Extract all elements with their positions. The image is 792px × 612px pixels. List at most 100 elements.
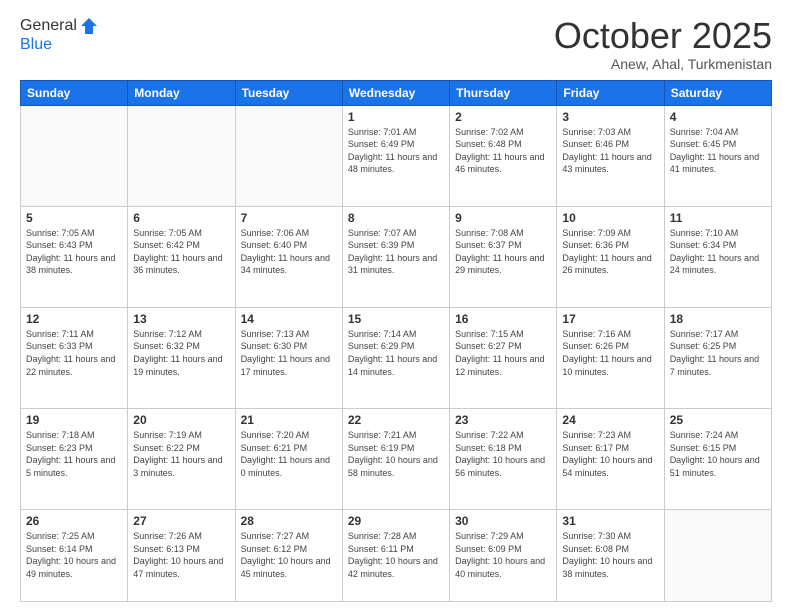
month-title: October 2025 bbox=[554, 16, 772, 56]
cell-w3-d1: 20 Sunrise: 7:19 AM Sunset: 6:22 PM Dayli… bbox=[128, 408, 235, 509]
cell-w3-d2: 21Sunrise: 7:20 AM Sunset: 6:21 PM Dayli… bbox=[235, 408, 342, 509]
day-number: 11 bbox=[670, 211, 766, 225]
cell-w0-d4: 2Sunrise: 7:02 AM Sunset: 6:48 PM Daylig… bbox=[450, 105, 557, 206]
cell-w4-d4: 30Sunrise: 7:29 AM Sunset: 6:09 PM Dayli… bbox=[450, 510, 557, 602]
day-number: 12 bbox=[26, 312, 122, 326]
day-number: 6 bbox=[133, 211, 229, 225]
cell-w1-d1: 6 Sunrise: 7:05 AM Sunset: 6:42 PM Daylig… bbox=[128, 206, 235, 307]
day-info: Sunrise: 7:05 AM Sunset: 6:42 PM Dayligh… bbox=[133, 227, 229, 277]
day-number: 15 bbox=[348, 312, 444, 326]
day-number: 20 bbox=[133, 413, 229, 427]
day-number: 19 bbox=[26, 413, 122, 427]
day-info: Sunrise: 7:19 AM Sunset: 6:22 PM Dayligh… bbox=[133, 429, 229, 479]
cell-w2-d0: 12 Sunrise: 7:11 AM Sunset: 6:33 PM Dayli… bbox=[21, 307, 128, 408]
cell-w0-d0 bbox=[21, 105, 128, 206]
day-info: Sunrise: 7:16 AM Sunset: 6:26 PM Dayligh… bbox=[562, 328, 658, 378]
day-info: Sunrise: 7:30 AM Sunset: 6:08 PM Dayligh… bbox=[562, 530, 658, 580]
day-info: Sunrise: 7:17 AM Sunset: 6:25 PM Dayligh… bbox=[670, 328, 766, 378]
location: Anew, Ahal, Turkmenistan bbox=[554, 56, 772, 72]
title-area: October 2025 Anew, Ahal, Turkmenistan bbox=[554, 16, 772, 72]
logo-blue-text: Blue bbox=[20, 36, 99, 54]
day-number: 1 bbox=[348, 110, 444, 124]
weekday-header-row: Sunday Monday Tuesday Wednesday Thursday… bbox=[21, 80, 772, 105]
day-number: 31 bbox=[562, 514, 658, 528]
cell-w3-d6: 25Sunrise: 7:24 AM Sunset: 6:15 PM Dayli… bbox=[664, 408, 771, 509]
day-number: 21 bbox=[241, 413, 337, 427]
cell-w0-d3: 1 Sunrise: 7:01 AM Sunset: 6:49 PM Daylig… bbox=[342, 105, 449, 206]
week-row-1: 5 Sunrise: 7:05 AM Sunset: 6:43 PM Daylig… bbox=[21, 206, 772, 307]
day-number: 2 bbox=[455, 110, 551, 124]
day-number: 7 bbox=[241, 211, 337, 225]
day-number: 28 bbox=[241, 514, 337, 528]
day-info: Sunrise: 7:13 AM Sunset: 6:30 PM Dayligh… bbox=[241, 328, 337, 378]
cell-w4-d6 bbox=[664, 510, 771, 602]
cell-w0-d2 bbox=[235, 105, 342, 206]
cell-w4-d1: 27 Sunrise: 7:26 AM Sunset: 6:13 PM Dayli… bbox=[128, 510, 235, 602]
cell-w0-d1 bbox=[128, 105, 235, 206]
day-number: 25 bbox=[670, 413, 766, 427]
day-info: Sunrise: 7:14 AM Sunset: 6:29 PM Dayligh… bbox=[348, 328, 444, 378]
day-number: 13 bbox=[133, 312, 229, 326]
cell-w0-d6: 4Sunrise: 7:04 AM Sunset: 6:45 PM Daylig… bbox=[664, 105, 771, 206]
cell-w1-d4: 9Sunrise: 7:08 AM Sunset: 6:37 PM Daylig… bbox=[450, 206, 557, 307]
header-monday: Monday bbox=[128, 80, 235, 105]
day-number: 14 bbox=[241, 312, 337, 326]
day-info: Sunrise: 7:09 AM Sunset: 6:36 PM Dayligh… bbox=[562, 227, 658, 277]
day-info: Sunrise: 7:01 AM Sunset: 6:49 PM Dayligh… bbox=[348, 126, 444, 176]
week-row-4: 26Sunrise: 7:25 AM Sunset: 6:14 PM Dayli… bbox=[21, 510, 772, 602]
day-number: 8 bbox=[348, 211, 444, 225]
day-info: Sunrise: 7:06 AM Sunset: 6:40 PM Dayligh… bbox=[241, 227, 337, 277]
page: General Blue October 2025 Anew, Ahal, Tu… bbox=[0, 0, 792, 612]
cell-w3-d3: 22 Sunrise: 7:21 AM Sunset: 6:19 PM Dayli… bbox=[342, 408, 449, 509]
week-row-3: 19 Sunrise: 7:18 AM Sunset: 6:23 PM Dayli… bbox=[21, 408, 772, 509]
day-number: 3 bbox=[562, 110, 658, 124]
day-info: Sunrise: 7:04 AM Sunset: 6:45 PM Dayligh… bbox=[670, 126, 766, 176]
calendar-table: Sunday Monday Tuesday Wednesday Thursday… bbox=[20, 80, 772, 602]
header-saturday: Saturday bbox=[664, 80, 771, 105]
header-tuesday: Tuesday bbox=[235, 80, 342, 105]
day-info: Sunrise: 7:07 AM Sunset: 6:39 PM Dayligh… bbox=[348, 227, 444, 277]
header-friday: Friday bbox=[557, 80, 664, 105]
cell-w3-d5: 24 Sunrise: 7:23 AM Sunset: 6:17 PM Dayli… bbox=[557, 408, 664, 509]
day-info: Sunrise: 7:10 AM Sunset: 6:34 PM Dayligh… bbox=[670, 227, 766, 277]
header-sunday: Sunday bbox=[21, 80, 128, 105]
cell-w2-d2: 14 Sunrise: 7:13 AM Sunset: 6:30 PM Dayli… bbox=[235, 307, 342, 408]
cell-w2-d6: 18 Sunrise: 7:17 AM Sunset: 6:25 PM Dayli… bbox=[664, 307, 771, 408]
day-number: 30 bbox=[455, 514, 551, 528]
cell-w1-d3: 8 Sunrise: 7:07 AM Sunset: 6:39 PM Daylig… bbox=[342, 206, 449, 307]
header-thursday: Thursday bbox=[450, 80, 557, 105]
header-wednesday: Wednesday bbox=[342, 80, 449, 105]
day-number: 23 bbox=[455, 413, 551, 427]
day-number: 18 bbox=[670, 312, 766, 326]
cell-w4-d3: 29Sunrise: 7:28 AM Sunset: 6:11 PM Dayli… bbox=[342, 510, 449, 602]
logo: General Blue bbox=[20, 16, 99, 54]
cell-w1-d5: 10Sunrise: 7:09 AM Sunset: 6:36 PM Dayli… bbox=[557, 206, 664, 307]
day-info: Sunrise: 7:28 AM Sunset: 6:11 PM Dayligh… bbox=[348, 530, 444, 580]
day-info: Sunrise: 7:27 AM Sunset: 6:12 PM Dayligh… bbox=[241, 530, 337, 580]
day-info: Sunrise: 7:03 AM Sunset: 6:46 PM Dayligh… bbox=[562, 126, 658, 176]
cell-w3-d4: 23 Sunrise: 7:22 AM Sunset: 6:18 PM Dayli… bbox=[450, 408, 557, 509]
logo-general-text: General bbox=[20, 17, 77, 35]
cell-w4-d2: 28 Sunrise: 7:27 AM Sunset: 6:12 PM Dayli… bbox=[235, 510, 342, 602]
day-info: Sunrise: 7:26 AM Sunset: 6:13 PM Dayligh… bbox=[133, 530, 229, 580]
day-info: Sunrise: 7:23 AM Sunset: 6:17 PM Dayligh… bbox=[562, 429, 658, 479]
cell-w1-d0: 5 Sunrise: 7:05 AM Sunset: 6:43 PM Daylig… bbox=[21, 206, 128, 307]
cell-w1-d6: 11 Sunrise: 7:10 AM Sunset: 6:34 PM Dayli… bbox=[664, 206, 771, 307]
cell-w3-d0: 19 Sunrise: 7:18 AM Sunset: 6:23 PM Dayli… bbox=[21, 408, 128, 509]
day-number: 22 bbox=[348, 413, 444, 427]
day-info: Sunrise: 7:15 AM Sunset: 6:27 PM Dayligh… bbox=[455, 328, 551, 378]
day-info: Sunrise: 7:18 AM Sunset: 6:23 PM Dayligh… bbox=[26, 429, 122, 479]
day-number: 9 bbox=[455, 211, 551, 225]
day-number: 16 bbox=[455, 312, 551, 326]
logo-icon bbox=[79, 16, 99, 36]
day-number: 24 bbox=[562, 413, 658, 427]
day-info: Sunrise: 7:21 AM Sunset: 6:19 PM Dayligh… bbox=[348, 429, 444, 479]
day-info: Sunrise: 7:12 AM Sunset: 6:32 PM Dayligh… bbox=[133, 328, 229, 378]
day-number: 27 bbox=[133, 514, 229, 528]
cell-w2-d1: 13 Sunrise: 7:12 AM Sunset: 6:32 PM Dayli… bbox=[128, 307, 235, 408]
cell-w0-d5: 3 Sunrise: 7:03 AM Sunset: 6:46 PM Daylig… bbox=[557, 105, 664, 206]
day-info: Sunrise: 7:22 AM Sunset: 6:18 PM Dayligh… bbox=[455, 429, 551, 479]
day-info: Sunrise: 7:11 AM Sunset: 6:33 PM Dayligh… bbox=[26, 328, 122, 378]
day-number: 5 bbox=[26, 211, 122, 225]
day-info: Sunrise: 7:05 AM Sunset: 6:43 PM Dayligh… bbox=[26, 227, 122, 277]
